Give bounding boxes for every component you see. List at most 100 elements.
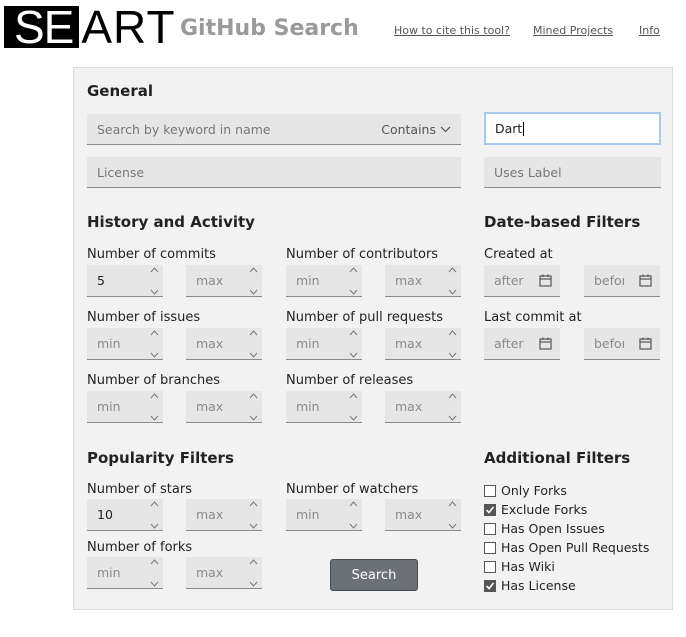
calendar-icon[interactable] (639, 337, 652, 350)
spin-up-icon[interactable] (249, 559, 258, 565)
spinner[interactable] (349, 393, 359, 421)
spin-up-icon[interactable] (249, 501, 258, 507)
seart-logo[interactable]: SE ART (4, 4, 176, 50)
label-input[interactable]: Uses Label (484, 157, 661, 188)
spin-down-icon[interactable] (349, 523, 358, 529)
spin-up-icon[interactable] (349, 501, 358, 507)
calendar-icon[interactable] (539, 274, 552, 287)
spin-up-icon[interactable] (150, 267, 159, 273)
commits-min-input[interactable]: 5 (87, 265, 163, 297)
spin-up-icon[interactable] (150, 330, 159, 336)
info-link[interactable]: Info (639, 24, 660, 37)
spin-down-icon[interactable] (249, 523, 258, 529)
spin-down-icon[interactable] (150, 289, 159, 295)
spin-up-icon[interactable] (448, 501, 457, 507)
spin-down-icon[interactable] (150, 415, 159, 421)
spin-down-icon[interactable] (448, 523, 457, 529)
has-license-checkbox[interactable]: Has License (484, 578, 576, 593)
created-before-input[interactable]: before (584, 265, 660, 297)
spin-down-icon[interactable] (249, 581, 258, 587)
spin-down-icon[interactable] (249, 352, 258, 358)
cite-link[interactable]: How to cite this tool? (394, 24, 510, 37)
spin-down-icon[interactable] (150, 352, 159, 358)
spinner[interactable] (249, 501, 259, 529)
branches-max-input[interactable]: max (186, 391, 262, 423)
created-after-input[interactable]: after (484, 265, 560, 297)
match-mode-select[interactable]: Contains (381, 114, 451, 144)
spinner[interactable] (349, 330, 359, 358)
spin-up-icon[interactable] (349, 330, 358, 336)
spin-up-icon[interactable] (150, 501, 159, 507)
spin-down-icon[interactable] (150, 523, 159, 529)
spin-up-icon[interactable] (448, 393, 457, 399)
issues-max-input[interactable]: max (186, 328, 262, 360)
spin-down-icon[interactable] (349, 352, 358, 358)
spin-up-icon[interactable] (448, 267, 457, 273)
spinner[interactable] (150, 501, 160, 529)
has-open-pull-requests-checkbox[interactable]: Has Open Pull Requests (484, 540, 649, 555)
checkbox-box[interactable] (484, 560, 496, 573)
spinner[interactable] (249, 330, 259, 358)
forks-max-input[interactable]: max (186, 557, 262, 589)
checkbox-box[interactable] (484, 522, 496, 535)
commit-before-input[interactable]: before (584, 328, 660, 360)
contributors-max-input[interactable]: max (385, 265, 461, 297)
mined-projects-link[interactable]: Mined Projects (533, 24, 613, 37)
spin-down-icon[interactable] (448, 415, 457, 421)
spin-up-icon[interactable] (249, 267, 258, 273)
calendar-icon[interactable] (639, 274, 652, 287)
watchers-min-input[interactable]: min (286, 499, 362, 531)
spinner[interactable] (150, 559, 160, 587)
search-button[interactable]: Search (330, 559, 418, 591)
spin-down-icon[interactable] (150, 581, 159, 587)
forks-min-input[interactable]: min (87, 557, 163, 589)
checkbox-box[interactable] (484, 484, 496, 497)
spin-down-icon[interactable] (349, 289, 358, 295)
spinner[interactable] (349, 501, 359, 529)
spinner[interactable] (448, 393, 458, 421)
watchers-max-input[interactable]: max (385, 499, 461, 531)
calendar-icon[interactable] (539, 337, 552, 350)
stars-min-input[interactable]: 10 (87, 499, 163, 531)
spin-up-icon[interactable] (448, 330, 457, 336)
releases-max-input[interactable]: max (385, 391, 461, 423)
spin-down-icon[interactable] (249, 415, 258, 421)
spinner[interactable] (448, 330, 458, 358)
branches-min-input[interactable]: min (87, 391, 163, 423)
commit-after-input[interactable]: after (484, 328, 560, 360)
stars-max-input[interactable]: max (186, 499, 262, 531)
spinner[interactable] (249, 559, 259, 587)
spin-down-icon[interactable] (249, 289, 258, 295)
spin-up-icon[interactable] (150, 393, 159, 399)
spin-up-icon[interactable] (150, 559, 159, 565)
checkbox-box[interactable] (484, 541, 496, 554)
spin-down-icon[interactable] (448, 352, 457, 358)
spin-down-icon[interactable] (448, 289, 457, 295)
spinner[interactable] (448, 501, 458, 529)
checkbox-box[interactable] (484, 579, 496, 592)
spinner[interactable] (150, 330, 160, 358)
issues-min-input[interactable]: min (87, 328, 163, 360)
pull-requests-max-input[interactable]: max (385, 328, 461, 360)
commits-max-input[interactable]: max (186, 265, 262, 297)
spin-down-icon[interactable] (349, 415, 358, 421)
pull-requests-min-input[interactable]: min (286, 328, 362, 360)
spinner[interactable] (349, 267, 359, 295)
has-open-issues-checkbox[interactable]: Has Open Issues (484, 521, 605, 536)
spinner[interactable] (448, 267, 458, 295)
only-forks-checkbox[interactable]: Only Forks (484, 483, 567, 498)
spinner[interactable] (249, 393, 259, 421)
spin-up-icon[interactable] (349, 393, 358, 399)
has-wiki-checkbox[interactable]: Has Wiki (484, 559, 555, 574)
spin-up-icon[interactable] (249, 330, 258, 336)
spinner[interactable] (150, 393, 160, 421)
checkbox-box[interactable] (484, 503, 496, 516)
keyword-search-input[interactable]: Search by keyword in name Contains (87, 114, 461, 145)
exclude-forks-checkbox[interactable]: Exclude Forks (484, 502, 587, 517)
spinner[interactable] (150, 267, 160, 295)
releases-min-input[interactable]: min (286, 391, 362, 423)
spinner[interactable] (249, 267, 259, 295)
spin-up-icon[interactable] (249, 393, 258, 399)
license-input[interactable]: License (87, 157, 461, 188)
spin-up-icon[interactable] (349, 267, 358, 273)
